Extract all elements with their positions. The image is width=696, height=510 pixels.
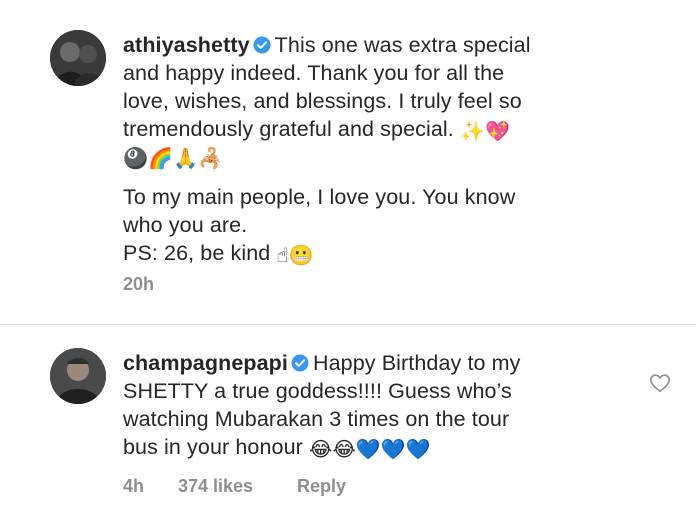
caption-line: who you are. [123, 213, 248, 237]
post-caption: athiyashetty This one was extra special a… [123, 31, 643, 267]
comment-likes-count[interactable]: 374 likes [178, 476, 253, 497]
comment-line: Happy Birthday to my [312, 351, 521, 375]
comment-line: bus in your honour [123, 435, 303, 459]
caption-line: To my main people, I love you. You know [123, 185, 516, 209]
caption-line: PS: 26, be kind [123, 241, 271, 265]
emoji-row: 🎱🌈🙏🦂 [123, 148, 224, 170]
comment-author-avatar[interactable] [50, 348, 106, 404]
sparkle-heart-emoji: ✨💖 [459, 121, 510, 143]
reply-button[interactable]: Reply [297, 476, 346, 497]
comment-line: SHETTY a true goddess!!!! Guess who’s [123, 379, 512, 403]
caption-line: love, wishes, and blessings. I truly fee… [123, 89, 522, 113]
caption-line: This one was extra special [274, 33, 531, 57]
comment-timestamp: 4h [123, 476, 145, 496]
caption-line: and happy indeed. Thank you for all the [123, 61, 505, 85]
post-timestamp: 20h [123, 274, 155, 294]
comment-username[interactable]: champagnepapi [123, 351, 288, 375]
finger-grimace-emoji: ☝😬 [276, 245, 314, 267]
post-username[interactable]: athiyashetty [123, 33, 250, 57]
comment-text: champagnepapi Happy Birthday to my SHETTY… [123, 349, 643, 461]
comment-line: watching Mubarakan 3 times on the tour [123, 407, 510, 431]
verified-badge-icon [253, 33, 271, 54]
laugh-heart-emoji: 😂😂💙💙💙 [308, 439, 431, 461]
divider [0, 324, 696, 325]
heart-outline-icon[interactable] [649, 372, 671, 394]
post-author-avatar[interactable] [50, 30, 106, 86]
verified-badge-icon [291, 351, 309, 372]
caption-line: tremendously grateful and special. [123, 117, 454, 141]
